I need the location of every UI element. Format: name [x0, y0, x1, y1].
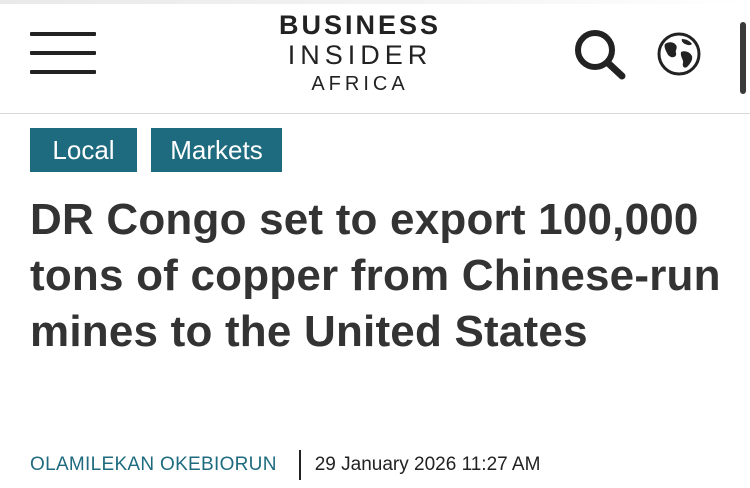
tag-local[interactable]: Local: [30, 128, 137, 172]
logo-line-insider: INSIDER: [287, 40, 433, 70]
site-logo[interactable]: BUSINESS INSIDER AFRICA: [252, 10, 468, 95]
menu-line: [30, 32, 96, 36]
search-button[interactable]: [570, 26, 630, 82]
search-icon: [575, 30, 626, 80]
hamburger-menu-icon[interactable]: [30, 32, 96, 74]
article-byline: OLAMILEKAN OKEBIORUN 29 January 2026 11:…: [30, 450, 540, 480]
article-headline: DR Congo set to export 100,000 tons of c…: [30, 195, 721, 356]
menu-line: [30, 70, 96, 74]
logo-line-africa: AFRICA: [311, 73, 409, 95]
globe-icon: [657, 32, 701, 76]
site-header: BUSINESS INSIDER AFRICA: [0, 0, 750, 114]
byline-divider: [298, 450, 301, 480]
tag-markets[interactable]: Markets: [151, 128, 282, 172]
author-link[interactable]: OLAMILEKAN OKEBIORUN: [30, 454, 277, 476]
scrollbar-thumb[interactable]: [740, 22, 746, 94]
menu-line: [30, 51, 96, 55]
region-selector-button[interactable]: [655, 30, 703, 78]
logo-line-business: BUSINESS: [278, 10, 442, 40]
publish-date: 29 January 2026 11:27 AM: [314, 454, 541, 475]
article-page: BUSINESS INSIDER AFRICA Local Markets DR…: [0, 0, 750, 488]
top-edge-strip: [0, 0, 750, 4]
